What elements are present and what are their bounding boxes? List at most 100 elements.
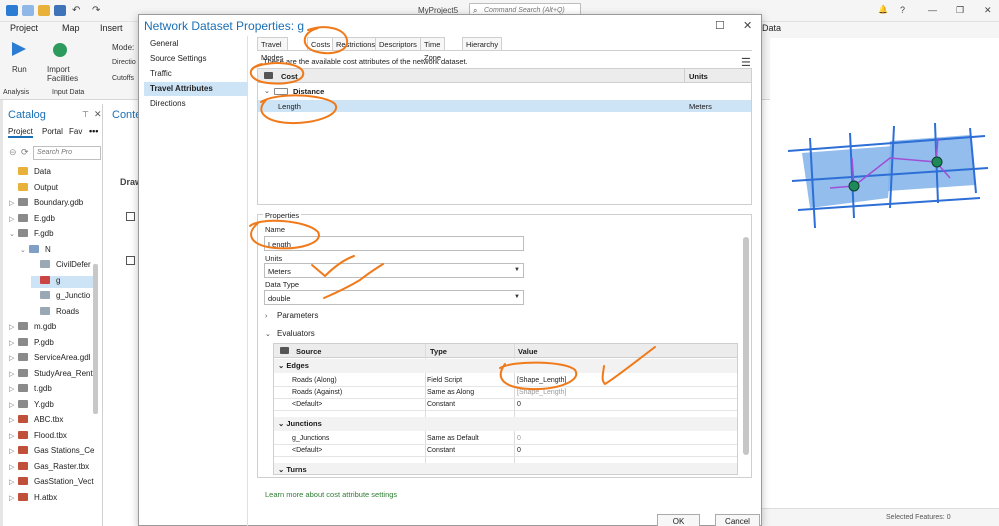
cost-row-length[interactable]: Length Meters — [258, 100, 751, 112]
ok-button[interactable]: OK — [657, 514, 700, 526]
evaluator-row[interactable]: Roads (Against) Same as Along [Shape_Lengt… — [274, 387, 737, 399]
checkbox[interactable] — [126, 256, 135, 265]
chevron-right-icon[interactable]: ▷ — [9, 339, 18, 347]
dialog-maximize-button[interactable]: ☐ — [715, 19, 725, 32]
minimize-button[interactable]: — — [928, 5, 937, 15]
properties-scrollbar[interactable] — [743, 237, 749, 472]
catalog-item[interactable]: Output — [9, 182, 58, 195]
refresh-icon[interactable]: ⟳ — [21, 147, 29, 158]
value-column-header[interactable]: Value — [518, 347, 538, 356]
evaluator-group[interactable]: ⌄ Edges — [274, 359, 737, 373]
catalog-item[interactable]: ▷ t.gdb — [9, 384, 52, 396]
tab-costs[interactable]: Costs — [307, 37, 335, 51]
evaluator-group[interactable]: ⌄ Turns — [274, 463, 737, 474]
evaluators-section[interactable]: ⌄ Evaluators — [265, 329, 315, 338]
tab-data[interactable]: Data — [762, 23, 781, 33]
catalog-item[interactable]: ▷ Gas Stations_Ce — [9, 446, 94, 458]
catalog-item[interactable]: ▷ P.gdb — [9, 337, 54, 350]
evaluator-row[interactable]: g_Junctions Same as Default 0 — [274, 433, 737, 445]
open-icon[interactable] — [38, 5, 50, 16]
source-column-header[interactable]: Source — [296, 347, 321, 356]
tab-travel-modes[interactable]: Travel Modes — [257, 37, 288, 62]
chevron-right-icon[interactable]: ▷ — [9, 401, 18, 409]
chevron-right-icon[interactable]: ▷ — [9, 447, 18, 455]
chevron-right-icon[interactable]: ⌄ — [20, 246, 29, 254]
nav-general[interactable]: General — [144, 37, 248, 51]
catalog-item[interactable]: CivilDefer — [31, 260, 91, 272]
close-app-button[interactable]: ✕ — [984, 5, 992, 16]
chevron-right-icon[interactable]: ▷ — [9, 215, 18, 223]
nav-traffic[interactable]: Traffic — [144, 67, 248, 81]
chevron-right-icon[interactable]: ▷ — [9, 323, 18, 331]
run-icon[interactable] — [12, 42, 26, 56]
catalog-item[interactable]: ▷ ABC.tbx — [9, 415, 63, 427]
nav-source-settings[interactable]: Source Settings — [144, 52, 248, 66]
catalog-item[interactable]: ▷ Y.gdb — [9, 399, 54, 412]
nav-travel-attributes[interactable]: Travel Attributes — [144, 82, 248, 96]
back-icon[interactable]: ⊖ — [9, 147, 17, 158]
type-column-header[interactable]: Type — [430, 347, 447, 356]
catalog-item[interactable]: ▷ E.gdb — [9, 213, 55, 226]
evaluator-group[interactable]: ⌄ Junctions — [274, 417, 737, 431]
checkbox[interactable] — [126, 212, 135, 221]
nav-directions[interactable]: Directions — [144, 97, 248, 111]
chevron-right-icon[interactable]: ▷ — [9, 199, 18, 207]
evaluator-row[interactable]: Roads (Along) Field Script [Shape_Length] — [274, 375, 737, 387]
chevron-right-icon[interactable]: ⌄ — [9, 230, 18, 238]
catalog-item[interactable]: ▷ Gas_Raster.tbx — [9, 461, 89, 474]
catalog-item[interactable]: ▷ Flood.tbx — [9, 430, 67, 443]
scrollbar-thumb[interactable] — [743, 237, 749, 455]
chevron-right-icon[interactable]: ▷ — [9, 354, 18, 362]
tab-hierarchy[interactable]: Hierarchy — [462, 37, 503, 51]
chevron-right-icon[interactable]: ▷ — [9, 370, 18, 378]
catalog-item[interactable]: Roads — [31, 306, 79, 319]
units-dropdown[interactable]: Meters ▼ — [264, 263, 524, 278]
help-icon[interactable]: ? — [900, 5, 905, 15]
units-column-header[interactable]: Units — [689, 72, 708, 81]
chevron-right-icon[interactable]: ▷ — [9, 478, 18, 486]
catalog-item[interactable]: Data — [9, 167, 51, 179]
tab-project[interactable]: Project — [10, 23, 38, 33]
pin-icon[interactable]: ⊤ — [82, 110, 89, 119]
catalog-item[interactable]: ▷ H.atbx — [9, 492, 57, 505]
catalog-search-input[interactable]: Search Pro — [33, 146, 101, 160]
new-icon[interactable] — [22, 5, 34, 16]
directions-label[interactable]: Directio — [112, 59, 136, 66]
catalog-item[interactable]: ▷ m.gdb — [9, 322, 56, 334]
catalog-scrollbar[interactable] — [93, 264, 98, 414]
tab-descriptors[interactable]: Descriptors — [375, 37, 421, 51]
catalog-tab-portal[interactable]: Portal — [42, 127, 63, 136]
undo-icon[interactable]: ↶ — [72, 5, 84, 16]
catalog-item[interactable]: ▷ GasStation_Vect — [9, 477, 94, 489]
learn-more-link[interactable]: Learn more about cost attribute settings — [265, 490, 397, 499]
chevron-right-icon[interactable]: ▷ — [9, 494, 18, 502]
tab-restrictions[interactable]: Restrictions — [332, 37, 380, 51]
parameters-section[interactable]: › Parameters — [265, 311, 318, 320]
map-view[interactable] — [770, 38, 999, 508]
chevron-right-icon[interactable]: ▷ — [9, 463, 18, 471]
evaluator-row[interactable]: <Default> Constant 0 — [274, 445, 737, 457]
run-button[interactable]: Run — [12, 65, 27, 74]
catalog-tab-project[interactable]: Project — [8, 127, 33, 138]
chevron-down-icon[interactable]: ⌄ — [264, 87, 270, 95]
catalog-tab-favorites[interactable]: Fav — [69, 127, 82, 136]
cost-column-header[interactable]: Cost — [281, 72, 298, 81]
tab-insert[interactable]: Insert — [100, 23, 123, 33]
import-facilities-icon[interactable] — [53, 43, 67, 57]
redo-icon[interactable]: ↷ — [92, 5, 104, 16]
name-field[interactable]: Length — [264, 236, 524, 251]
maximize-button[interactable]: ❐ — [956, 5, 964, 16]
evaluator-row[interactable]: <Default> Constant 0 — [274, 399, 737, 411]
save-icon[interactable] — [54, 5, 66, 16]
catalog-item[interactable]: g — [31, 275, 95, 288]
chevron-right-icon[interactable]: ▷ — [9, 385, 18, 393]
close-pane-icon[interactable]: ✕ — [94, 109, 102, 120]
catalog-item[interactable]: ▷ ServiceArea.gdl — [9, 353, 90, 365]
data-type-dropdown[interactable]: double ▼ — [264, 290, 524, 305]
cancel-button[interactable]: Cancel — [715, 514, 760, 526]
cost-group-distance[interactable]: ⌄ Distance — [258, 85, 751, 99]
bell-icon[interactable]: 🔔 — [878, 5, 888, 14]
catalog-item[interactable]: ▷ StudyArea_Rent — [9, 368, 93, 381]
chevron-right-icon[interactable]: ▷ — [9, 416, 18, 424]
more-icon[interactable]: ••• — [89, 126, 98, 136]
